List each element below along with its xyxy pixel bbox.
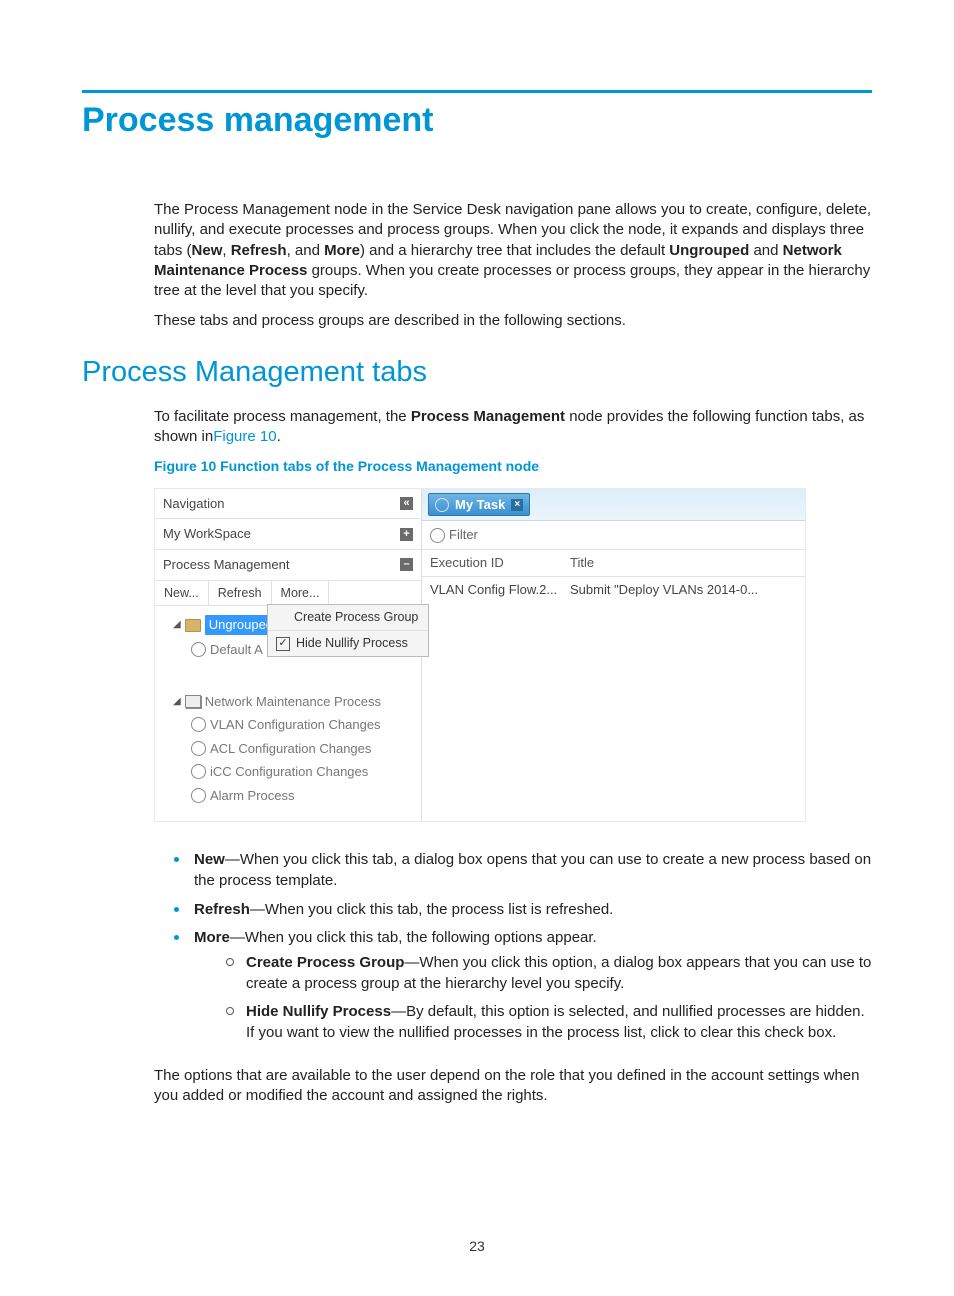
more-sub-list: Create Process Group—When you click this…	[224, 953, 872, 1052]
filter-icon	[430, 528, 445, 543]
process-icon	[191, 741, 206, 756]
figure-10: Navigation « My WorkSpace + Process Mana…	[154, 488, 806, 822]
process-icon	[191, 788, 206, 803]
intro-bold-new: New	[192, 242, 223, 259]
grid-header: Execution ID Title	[422, 550, 805, 577]
col-title[interactable]: Title	[570, 554, 797, 572]
li-more-bold: More	[194, 929, 230, 946]
list-item: Hide Nullify Process—By default, this op…	[224, 1002, 872, 1051]
li-refresh-bold: Refresh	[194, 901, 250, 918]
tree-default-a-label: Default A	[210, 641, 263, 659]
pm-tabs-row: New... Refresh More...	[155, 581, 421, 607]
tree-icc[interactable]: iCC Configuration Changes	[161, 760, 415, 784]
checkbox-icon[interactable]: ✓	[276, 637, 290, 651]
menu-create-process-group-label: Create Process Group	[294, 609, 418, 626]
li-hnp-bold: Hide Nullify Process	[246, 1003, 391, 1020]
menu-hide-nullify-process[interactable]: ✓ Hide Nullify Process	[268, 630, 428, 656]
section-title: Process Management tabs	[82, 356, 872, 389]
figure-caption: Figure 10 Function tabs of the Process M…	[154, 457, 872, 476]
tree-alarm-label: Alarm Process	[210, 787, 295, 805]
intro-bold-more: More	[324, 242, 360, 259]
top-rule	[82, 90, 872, 93]
li-new-bold: New	[194, 851, 225, 868]
nav-tree: Create Process Group ✓ Hide Nullify Proc…	[155, 606, 421, 821]
content-tab-bar: My Task ×	[422, 489, 805, 522]
new-tab-button[interactable]: New...	[155, 581, 209, 606]
content-pane: My Task × Filter Execution ID Title VLAN…	[422, 489, 805, 821]
collapse-icon[interactable]: –	[400, 558, 413, 571]
expand-icon[interactable]: +	[400, 528, 413, 541]
list-item: New—When you click this tab, a dialog bo…	[164, 850, 872, 899]
tree-icc-label: iCC Configuration Changes	[210, 763, 368, 781]
cell-title: Submit "Deploy VLANs 2014-0...	[570, 581, 797, 599]
li-cpg-bold: Create Process Group	[246, 954, 404, 971]
menu-create-process-group[interactable]: Create Process Group	[268, 605, 428, 630]
nav-pm-label: Process Management	[163, 556, 289, 574]
nav-process-management[interactable]: Process Management –	[155, 550, 421, 581]
more-context-menu: Create Process Group ✓ Hide Nullify Proc…	[267, 604, 429, 657]
process-icon	[191, 642, 206, 657]
tree-expand-icon: ◢	[173, 618, 181, 632]
refresh-tab-button[interactable]: Refresh	[209, 581, 272, 606]
li-new-text: —When you click this tab, a dialog box o…	[194, 851, 871, 889]
nav-workspace-label: My WorkSpace	[163, 525, 251, 543]
nav-title: Navigation	[163, 495, 224, 513]
intro-bold-ungrouped: Ungrouped	[669, 242, 749, 259]
tree-acl[interactable]: ACL Configuration Changes	[161, 737, 415, 761]
group-icon	[185, 695, 201, 708]
tabs-intro: To facilitate process management, the Pr…	[154, 407, 872, 448]
task-icon	[435, 498, 449, 512]
close-tab-icon[interactable]: ×	[511, 499, 523, 511]
tree-nmp-label: Network Maintenance Process	[205, 693, 381, 711]
tabs-intro-bold: Process Management	[411, 408, 565, 425]
folder-icon	[185, 619, 201, 632]
tree-vlan-label: VLAN Configuration Changes	[210, 716, 381, 734]
closing-paragraph: The options that are available to the us…	[154, 1066, 872, 1107]
intro-bold-refresh: Refresh	[231, 242, 287, 259]
process-icon	[191, 764, 206, 779]
intro-paragraph-1: The Process Management node in the Servi…	[154, 200, 872, 301]
tab-my-task[interactable]: My Task ×	[428, 493, 530, 517]
menu-hide-nullify-label: Hide Nullify Process	[296, 635, 408, 652]
more-tab-button[interactable]: More...	[272, 581, 330, 606]
table-row[interactable]: VLAN Config Flow.2... Submit "Deploy VLA…	[422, 577, 805, 603]
collapse-nav-icon[interactable]: «	[400, 497, 413, 510]
cell-execution-id: VLAN Config Flow.2...	[430, 581, 570, 599]
tree-acl-label: ACL Configuration Changes	[210, 740, 371, 758]
process-icon	[191, 717, 206, 732]
list-item: Refresh—When you click this tab, the pro…	[164, 900, 872, 929]
tabs-description-list: New—When you click this tab, a dialog bo…	[164, 850, 872, 1060]
col-execution-id[interactable]: Execution ID	[430, 554, 570, 572]
list-item: More—When you click this tab, the follow…	[164, 928, 872, 1059]
page-number: 23	[0, 1238, 954, 1254]
figure-10-link[interactable]: Figure 10	[213, 428, 276, 445]
intro-paragraph-2: These tabs and process groups are descri…	[154, 311, 872, 331]
nav-workspace[interactable]: My WorkSpace +	[155, 519, 421, 550]
tree-vlan[interactable]: VLAN Configuration Changes	[161, 713, 415, 737]
list-item: Create Process Group—When you click this…	[224, 953, 872, 1002]
filter-label: Filter	[449, 526, 478, 544]
tab-my-task-label: My Task	[455, 496, 505, 514]
filter-row[interactable]: Filter	[422, 521, 805, 550]
tree-expand-icon: ◢	[173, 695, 181, 709]
navigation-pane: Navigation « My WorkSpace + Process Mana…	[155, 489, 422, 821]
page-title: Process management	[82, 101, 872, 140]
li-refresh-text: —When you click this tab, the process li…	[250, 901, 613, 918]
tree-alarm[interactable]: Alarm Process	[161, 784, 415, 808]
tree-nmp[interactable]: ◢ Network Maintenance Process	[161, 690, 415, 714]
li-more-text: —When you click this tab, the following …	[230, 929, 597, 946]
nav-header: Navigation «	[155, 489, 421, 520]
